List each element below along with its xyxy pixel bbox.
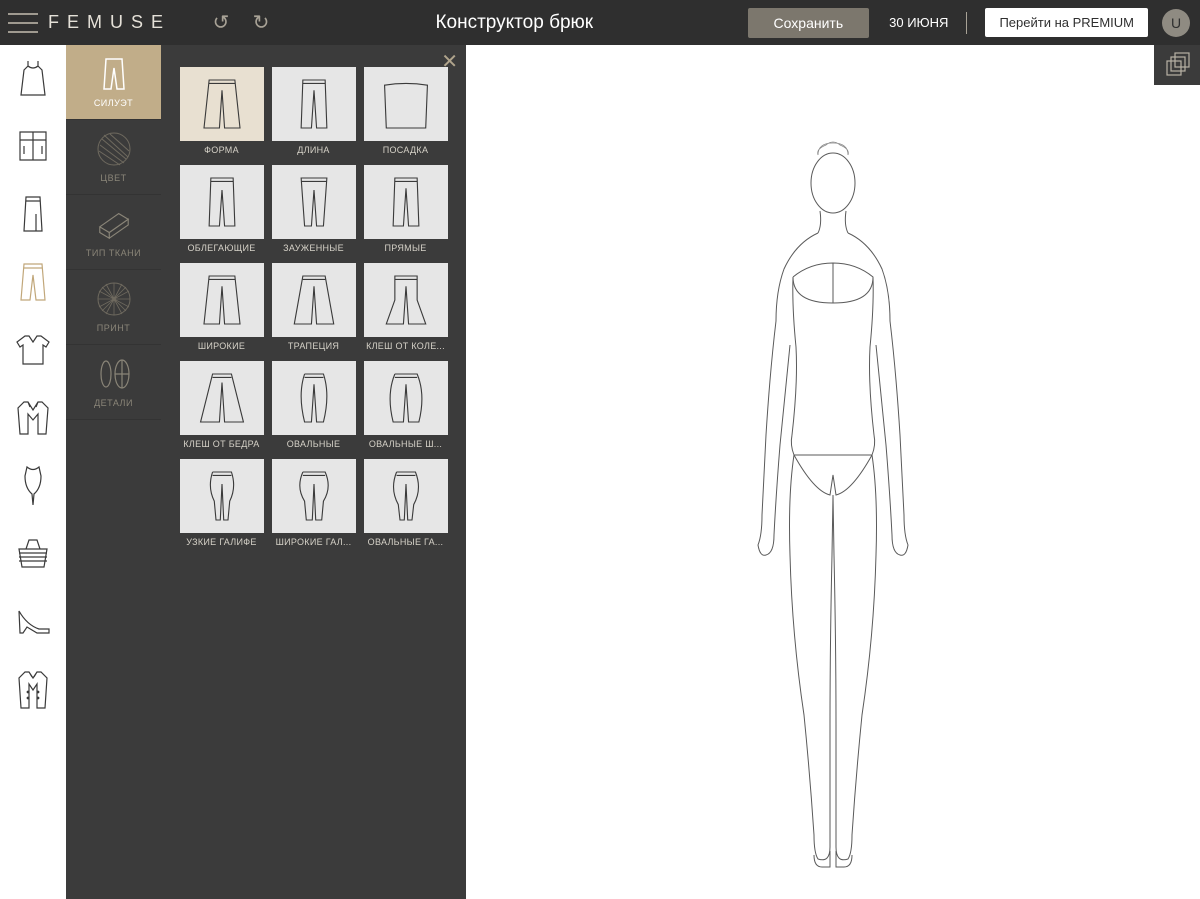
page-title: Конструктор брюк xyxy=(281,12,748,34)
tile-swatch xyxy=(272,361,356,435)
tile-2[interactable]: ПОСАДКА xyxy=(364,67,448,155)
category-silhouette[interactable]: СИЛУЭТ xyxy=(66,45,161,120)
category-rail: СИЛУЭТ ЦВЕТ ТИП ТКАНИ ПРИНТ ДЕТАЛИ xyxy=(66,45,161,899)
category-label: ЦВЕТ xyxy=(100,173,126,183)
app-header: FEMUSE ↺ ↻ Конструктор брюк Сохранить 30… xyxy=(0,0,1200,45)
garment-coat-icon[interactable] xyxy=(12,669,54,711)
tile-swatch xyxy=(180,263,264,337)
options-panel: ✕ ФОРМА ДЛИНА ПОСАДКА ОБЛЕГАЮЩИЕ ЗАУЖЕННЫЕ ПР… xyxy=(161,45,466,899)
tile-14[interactable]: ОВАЛЬНЫЕ ГА... xyxy=(364,459,448,547)
fabric-icon xyxy=(96,206,132,242)
tile-label: ОВАЛЬНЫЕ Ш... xyxy=(364,439,448,449)
garment-jacket-icon[interactable] xyxy=(12,397,54,439)
tile-11[interactable]: ОВАЛЬНЫЕ Ш... xyxy=(364,361,448,449)
tile-9[interactable]: КЛЕШ ОТ БЕДРА xyxy=(180,361,264,449)
tile-12[interactable]: УЗКИЕ ГАЛИФЕ xyxy=(180,459,264,547)
tile-3[interactable]: ОБЛЕГАЮЩИЕ xyxy=(180,165,264,253)
tile-swatch xyxy=(364,361,448,435)
category-label: СИЛУЭТ xyxy=(94,98,133,108)
garment-dress-icon[interactable] xyxy=(12,57,54,99)
category-print[interactable]: ПРИНТ xyxy=(66,270,161,345)
save-button[interactable]: Сохранить xyxy=(748,8,870,38)
brand-logo: FEMUSE xyxy=(48,12,171,33)
undo-icon[interactable]: ↺ xyxy=(205,7,237,39)
close-icon[interactable]: ✕ xyxy=(441,49,458,74)
category-fabric[interactable]: ТИП ТКАНИ xyxy=(66,195,161,270)
tile-swatch xyxy=(364,459,448,533)
tile-label: ШИРОКИЕ ГАЛ... xyxy=(272,537,356,547)
tile-4[interactable]: ЗАУЖЕННЫЕ xyxy=(272,165,356,253)
header-date: 30 ИЮНЯ xyxy=(889,15,948,30)
tile-label: УЗКИЕ ГАЛИФЕ xyxy=(180,537,264,547)
tile-label: ФОРМА xyxy=(180,145,264,155)
tile-label: КЛЕШ ОТ БЕДРА xyxy=(180,439,264,449)
garment-skirt-icon[interactable] xyxy=(12,193,54,235)
tile-label: ШИРОКИЕ xyxy=(180,341,264,351)
menu-icon[interactable] xyxy=(8,13,38,33)
category-label: ДЕТАЛИ xyxy=(94,398,133,408)
user-avatar[interactable]: U xyxy=(1162,9,1190,37)
tile-swatch xyxy=(272,67,356,141)
category-color[interactable]: ЦВЕТ xyxy=(66,120,161,195)
tile-10[interactable]: ОВАЛЬНЫЕ xyxy=(272,361,356,449)
premium-button[interactable]: Перейти на PREMIUM xyxy=(985,8,1148,37)
print-icon xyxy=(96,281,132,317)
tile-label: ПОСАДКА xyxy=(364,145,448,155)
layers-icon[interactable] xyxy=(1154,45,1200,85)
tile-label: ПРЯМЫЕ xyxy=(364,243,448,253)
tile-swatch xyxy=(180,67,264,141)
tile-label: ОВАЛЬНЫЕ ГА... xyxy=(364,537,448,547)
garment-heel-icon[interactable] xyxy=(12,601,54,643)
tile-swatch xyxy=(364,165,448,239)
category-details[interactable]: ДЕТАЛИ xyxy=(66,345,161,420)
tile-swatch xyxy=(180,459,264,533)
tile-13[interactable]: ШИРОКИЕ ГАЛ... xyxy=(272,459,356,547)
garment-rail xyxy=(0,45,66,899)
garment-bodysuit-icon[interactable] xyxy=(12,465,54,507)
garment-bag-icon[interactable] xyxy=(12,533,54,575)
tile-label: ДЛИНА xyxy=(272,145,356,155)
tile-swatch xyxy=(272,459,356,533)
category-label: ТИП ТКАНИ xyxy=(86,248,141,258)
silhouette-icon xyxy=(96,56,132,92)
garment-shirt-icon[interactable] xyxy=(12,125,54,167)
tile-swatch xyxy=(180,361,264,435)
tile-label: ОВАЛЬНЫЕ xyxy=(272,439,356,449)
tile-label: КЛЕШ ОТ КОЛЕ... xyxy=(364,341,448,351)
category-label: ПРИНТ xyxy=(97,323,130,333)
tile-swatch xyxy=(364,263,448,337)
details-icon xyxy=(96,356,132,392)
tile-0[interactable]: ФОРМА xyxy=(180,67,264,155)
redo-icon[interactable]: ↻ xyxy=(245,7,277,39)
tile-6[interactable]: ШИРОКИЕ xyxy=(180,263,264,351)
tile-label: ЗАУЖЕННЫЕ xyxy=(272,243,356,253)
garment-pants-icon[interactable] xyxy=(12,261,54,303)
tile-swatch xyxy=(272,263,356,337)
tile-swatch xyxy=(364,67,448,141)
tile-7[interactable]: ТРАПЕЦИЯ xyxy=(272,263,356,351)
tile-swatch xyxy=(180,165,264,239)
tile-label: ТРАПЕЦИЯ xyxy=(272,341,356,351)
color-icon xyxy=(96,131,132,167)
tile-swatch xyxy=(272,165,356,239)
separator xyxy=(966,12,967,34)
tile-label: ОБЛЕГАЮЩИЕ xyxy=(180,243,264,253)
tile-1[interactable]: ДЛИНА xyxy=(272,67,356,155)
tile-5[interactable]: ПРЯМЫЕ xyxy=(364,165,448,253)
garment-sweater-icon[interactable] xyxy=(12,329,54,371)
mannequin xyxy=(718,135,948,880)
design-canvas[interactable] xyxy=(466,45,1200,899)
tile-8[interactable]: КЛЕШ ОТ КОЛЕ... xyxy=(364,263,448,351)
